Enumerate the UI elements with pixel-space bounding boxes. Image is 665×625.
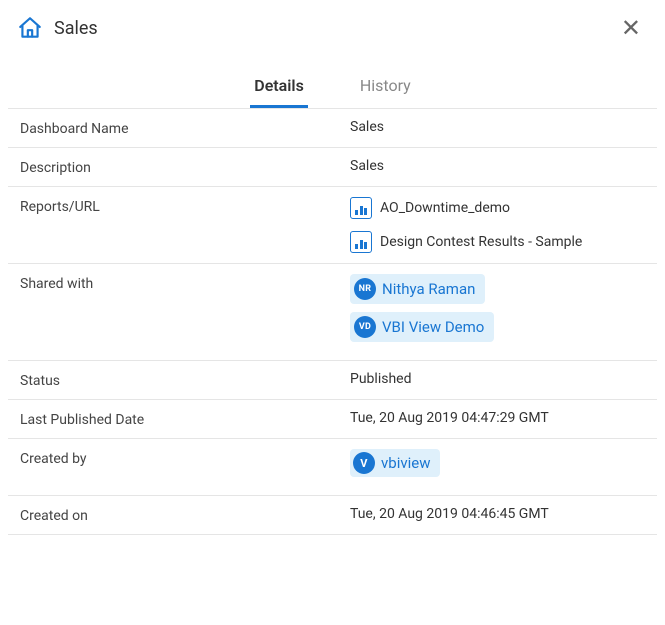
value-description: Sales <box>350 158 645 174</box>
report-link[interactable]: Design Contest Results - Sample <box>350 231 645 253</box>
avatar: V <box>353 452 375 474</box>
details-table: Dashboard Name Sales Description Sales R… <box>8 108 657 535</box>
value-status: Published <box>350 371 645 387</box>
row-dashboard-name: Dashboard Name Sales <box>8 108 657 147</box>
label-created-by: Created by <box>20 449 350 467</box>
row-created-by: Created by V vbiview <box>8 438 657 495</box>
user-name: vbiview <box>381 454 430 472</box>
user-name: VBI View Demo <box>382 318 484 336</box>
avatar: VD <box>354 316 376 338</box>
row-last-published: Last Published Date Tue, 20 Aug 2019 04:… <box>8 399 657 438</box>
label-status: Status <box>20 371 350 389</box>
user-name: Nithya Raman <box>382 280 475 298</box>
close-icon[interactable]: ✕ <box>613 12 649 44</box>
label-dashboard-name: Dashboard Name <box>20 119 350 137</box>
value-last-published: Tue, 20 Aug 2019 04:47:29 GMT <box>350 410 645 426</box>
report-name: Design Contest Results - Sample <box>380 234 582 250</box>
row-created-on: Created on Tue, 20 Aug 2019 04:46:45 GMT <box>8 495 657 535</box>
chart-icon <box>350 231 372 253</box>
user-chip[interactable]: V vbiview <box>350 449 440 477</box>
tab-details[interactable]: Details <box>250 68 308 108</box>
panel-title: Sales <box>54 18 98 39</box>
tab-bar: Details History <box>0 68 665 108</box>
report-link[interactable]: AO_Downtime_demo <box>350 197 645 219</box>
row-shared-with: Shared with NR Nithya Raman VD VBI View … <box>8 263 657 360</box>
label-description: Description <box>20 158 350 176</box>
value-created-by: V vbiview <box>350 449 645 485</box>
panel-header: Sales ✕ <box>0 0 665 52</box>
label-reports-url: Reports/URL <box>20 197 350 215</box>
home-icon[interactable] <box>16 14 44 42</box>
row-status: Status Published <box>8 360 657 399</box>
value-created-on: Tue, 20 Aug 2019 04:46:45 GMT <box>350 506 645 522</box>
tab-history[interactable]: History <box>356 68 415 108</box>
label-shared-with: Shared with <box>20 274 350 292</box>
avatar: NR <box>354 278 376 300</box>
value-dashboard-name: Sales <box>350 119 645 135</box>
row-description: Description Sales <box>8 147 657 186</box>
label-created-on: Created on <box>20 506 350 524</box>
header-left: Sales <box>16 14 98 42</box>
chart-icon <box>350 197 372 219</box>
value-reports-url: AO_Downtime_demo Design Contest Results … <box>350 197 645 253</box>
report-name: AO_Downtime_demo <box>380 200 510 216</box>
label-last-published: Last Published Date <box>20 410 350 428</box>
user-chip[interactable]: VD VBI View Demo <box>350 312 494 342</box>
value-shared-with: NR Nithya Raman VD VBI View Demo <box>350 274 645 350</box>
user-chip[interactable]: NR Nithya Raman <box>350 274 485 304</box>
row-reports-url: Reports/URL AO_Downtime_demo Design Cont… <box>8 186 657 263</box>
